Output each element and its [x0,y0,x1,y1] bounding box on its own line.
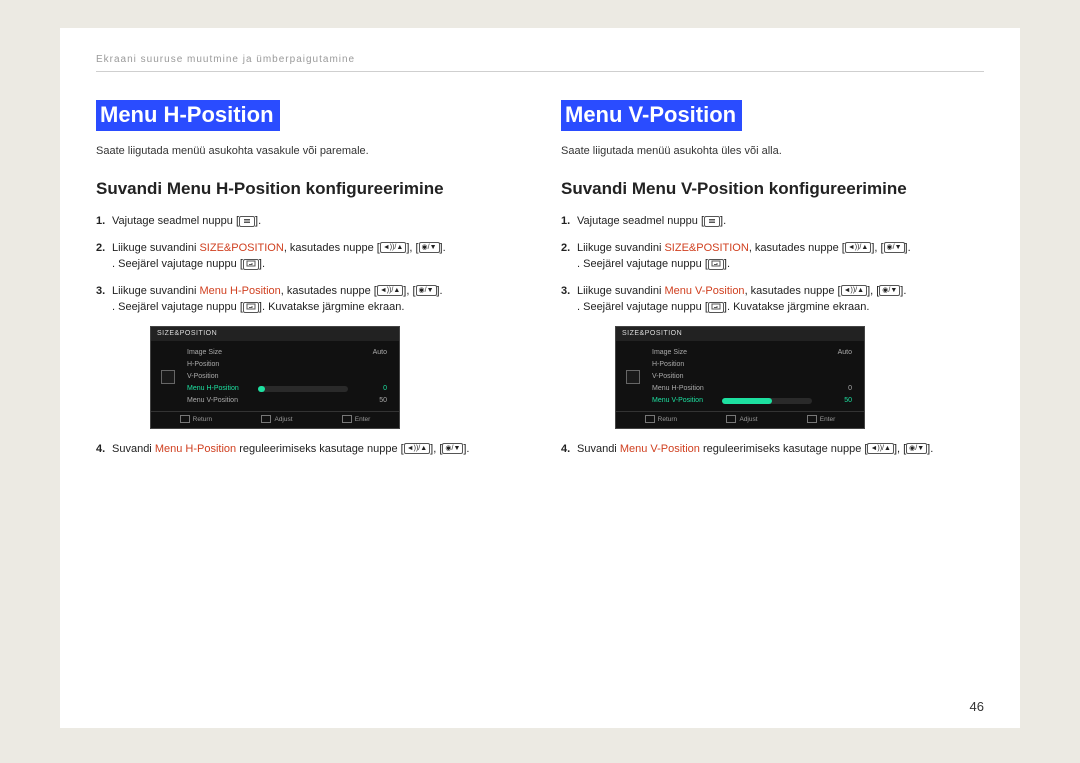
enter-icon [243,302,259,313]
vol-up-icon: ◄))/▲ [380,242,406,253]
vol-down-icon: ◉/▼ [879,285,900,296]
subheading: Suvandi Menu V-Position konfigureerimine [561,179,984,199]
enter-icon [243,259,259,270]
step-4: Suvandi Menu V-Position reguleerimiseks … [561,441,984,458]
subheading: Suvandi Menu H-Position konfigureerimine [96,179,519,199]
page-number: 46 [970,699,984,714]
steps-list: Vajutage seadmel nuppu []. Liikuge suvan… [96,213,519,457]
keyword-size-position: SIZE&POSITION [664,242,748,254]
enter-icon [708,259,724,270]
vol-down-icon: ◉/▼ [416,285,437,296]
keyword-menu-h: Menu H-Position [155,443,236,455]
menu-icon [704,216,720,227]
keyword-menu-v: Menu V-Position [620,443,700,455]
menu-icon [239,216,255,227]
vol-down-icon: ◉/▼ [906,443,927,454]
vol-up-icon: ◄))/▲ [845,242,871,253]
step-3: Liikuge suvandini Menu H-Position, kasut… [96,283,519,429]
keyword-menu-h: Menu H-Position [199,285,280,297]
chapter-title: Ekraani suuruse muutmine ja ümberpaiguta… [96,54,984,65]
manual-page: Ekraani suuruse muutmine ja ümberpaiguta… [60,28,1020,728]
step-1: Vajutage seadmel nuppu []. [561,213,984,230]
vol-up-icon: ◄))/▲ [404,443,430,454]
vol-up-icon: ◄))/▲ [867,443,893,454]
steps-list: Vajutage seadmel nuppu []. Liikuge suvan… [561,213,984,457]
vol-down-icon: ◉/▼ [442,443,463,454]
osd-screenshot-right: SIZE&POSITIONImage SizeAutoH-PositionV-P… [615,326,865,429]
step-3: Liikuge suvandini Menu V-Position, kasut… [561,283,984,429]
enter-icon [708,302,724,313]
keyword-size-position: SIZE&POSITION [199,242,283,254]
vol-up-icon: ◄))/▲ [841,285,867,296]
divider [96,71,984,72]
keyword-menu-v: Menu V-Position [664,285,744,297]
vol-down-icon: ◉/▼ [419,242,440,253]
section-heading-v: Menu V-Position [561,100,742,131]
vol-up-icon: ◄))/▲ [377,285,403,296]
left-column: Menu H-Position Saate liigutada menüü as… [96,100,519,467]
two-column-layout: Menu H-Position Saate liigutada menüü as… [96,100,984,467]
intro-text: Saate liigutada menüü asukohta üles või … [561,145,984,157]
section-heading-h: Menu H-Position [96,100,280,131]
step-4: Suvandi Menu H-Position reguleerimiseks … [96,441,519,458]
step-2: Liikuge suvandini SIZE&POSITION, kasutad… [561,240,984,273]
step-2: Liikuge suvandini SIZE&POSITION, kasutad… [96,240,519,273]
osd-screenshot-left: SIZE&POSITIONImage SizeAutoH-PositionV-P… [150,326,400,429]
step-1: Vajutage seadmel nuppu []. [96,213,519,230]
right-column: Menu V-Position Saate liigutada menüü as… [561,100,984,467]
intro-text: Saate liigutada menüü asukohta vasakule … [96,145,519,157]
vol-down-icon: ◉/▼ [884,242,905,253]
